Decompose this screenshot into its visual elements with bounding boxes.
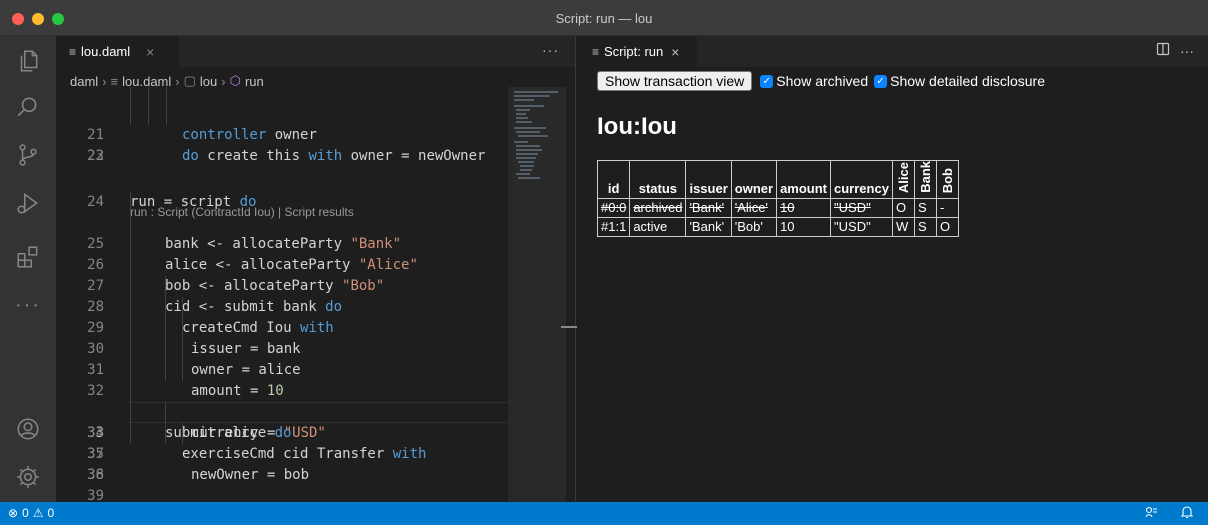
script-results-panel: ≡ Script: run × ··· Show transaction vie… <box>577 36 1208 502</box>
close-icon[interactable]: × <box>146 44 154 60</box>
code-line: 32 amount = 10 <box>56 339 508 399</box>
code-line: 23 <box>87 148 104 164</box>
window-title: Script: run — lou <box>555 11 653 26</box>
feedback-icon[interactable] <box>1144 505 1158 522</box>
show-detailed-disclosure-label: Show detailed disclosure <box>890 73 1045 89</box>
cell-status: archived <box>629 197 687 218</box>
show-archived-checkbox[interactable]: ✓ <box>760 74 774 88</box>
code-line: 25 bank <- allocateParty "Bank" <box>56 192 508 252</box>
title-bar: Script: run — lou <box>0 0 1208 36</box>
code-line: 26 alice <- allocateParty "Alice" <box>56 213 508 273</box>
scrollbar-thumb[interactable] <box>561 326 577 328</box>
column-header-amount: amount <box>776 160 832 199</box>
cell-alice: O <box>891 197 915 218</box>
tab-lou-daml[interactable]: ≡ lou.daml × <box>56 36 178 67</box>
status-actions <box>1144 505 1194 522</box>
contracts-table: id status issuer owner amount currency A… <box>596 160 959 237</box>
run-debug-icon[interactable] <box>15 190 41 216</box>
column-header-issuer: issuer <box>685 160 732 199</box>
more-actions-icon[interactable]: ··· <box>542 42 559 58</box>
code-line: 35 exerciseCmd cid Transfer with <box>56 402 508 462</box>
cell-amount: 10 <box>776 216 832 237</box>
cell-currency: "USD" <box>830 197 893 218</box>
code-line: 30 issuer = bank <box>56 297 508 357</box>
code-line: 36 newOwner = bob <box>56 423 508 483</box>
tab-label: lou.daml <box>81 44 131 59</box>
cell-bank: S <box>913 216 937 237</box>
error-icon: ⊗ <box>8 506 19 520</box>
code-line: 29 createCmd Iou with <box>56 276 508 336</box>
code-area[interactable]: 21 controller owner 22 do create this with… <box>56 87 508 502</box>
table-header-row: id status issuer owner amount currency A… <box>596 160 959 199</box>
code-line: 22 do create this with owner = newOwner <box>56 104 508 164</box>
cell-bank: S <box>913 197 937 218</box>
settings-gear-icon[interactable] <box>15 464 41 490</box>
template-heading: Iou:Iou <box>597 113 677 140</box>
code-line: 27 bob <- allocateParty "Bob" <box>56 234 508 294</box>
column-header-currency: currency <box>830 160 893 199</box>
cell-alice: W <box>891 216 915 237</box>
table-row-active: #1:1 active 'Bank' 'Bob' 10 "USD" W S O <box>596 216 959 237</box>
show-archived-label: Show archived <box>776 73 869 89</box>
cell-issuer: 'Bank' <box>685 197 732 218</box>
cell-issuer: 'Bank' <box>685 216 732 237</box>
file-lines-icon: ≡ <box>69 44 77 59</box>
column-header-id: id <box>596 160 631 199</box>
more-icon[interactable]: ··· <box>15 292 41 318</box>
code-line: 37 <box>87 446 104 462</box>
column-header-alice: Alice <box>891 160 915 199</box>
show-detailed-disclosure-checkbox[interactable]: ✓ <box>874 74 888 88</box>
view-controls: Show transaction view ✓ Show archived ✓ … <box>597 71 1045 91</box>
cell-owner: 'Alice' <box>730 197 778 218</box>
cell-id: #0:0 <box>596 197 631 218</box>
table-row-archived: #0:0 archived 'Bank' 'Alice' 10 "USD" O … <box>596 197 959 218</box>
cell-id: #1:1 <box>596 216 631 237</box>
code-line: 39 <box>87 488 104 502</box>
code-line: 28 cid <- submit bank do <box>56 255 508 315</box>
code-editor: ≡ lou.daml × ··· daml › ≡ lou.daml › ▢ l… <box>56 36 577 502</box>
column-header-owner: owner <box>730 160 778 199</box>
tab-label: Script: run <box>604 44 664 59</box>
activity-bar: ··· <box>0 36 56 502</box>
problems-indicator[interactable]: ⊗ 0 ⚠ 0 <box>8 506 54 520</box>
cell-bob: - <box>935 197 959 218</box>
notifications-bell-icon[interactable] <box>1180 505 1194 522</box>
preview-tab-bar: ≡ Script: run × ··· <box>577 36 1208 67</box>
code-line: 34 submit alice do <box>56 381 508 441</box>
extensions-icon[interactable] <box>15 244 41 270</box>
code-line-current: 33 currency = "USD" <box>56 360 508 441</box>
code-line: 21 controller owner <box>56 87 508 143</box>
editor-actions: ··· <box>1156 42 1194 59</box>
column-header-bank: Bank <box>913 160 937 199</box>
more-actions-icon[interactable]: ··· <box>1180 43 1194 59</box>
split-editor-icon[interactable] <box>1156 42 1170 59</box>
column-header-status: status <box>629 160 687 199</box>
column-header-bob: Bob <box>935 160 959 199</box>
cell-status: active <box>629 216 687 237</box>
scroll-viewport-indicator[interactable] <box>508 87 566 502</box>
source-control-icon[interactable] <box>15 142 41 168</box>
files-icon[interactable] <box>15 48 41 74</box>
error-count: 0 <box>22 506 29 520</box>
close-icon[interactable]: × <box>671 44 679 60</box>
account-icon[interactable] <box>15 416 41 442</box>
code-line: 31 owner = alice <box>56 318 508 378</box>
code-line: 24 run = script do <box>87 194 257 210</box>
editor-tab-bar: ≡ lou.daml × ··· <box>56 36 575 67</box>
warning-count: 0 <box>47 506 55 520</box>
file-lines-icon: ≡ <box>592 44 600 59</box>
status-bar: ⊗ 0 ⚠ 0 <box>0 502 1208 525</box>
cell-bob: O <box>935 216 959 237</box>
cell-owner: 'Bob' <box>730 216 778 237</box>
search-icon[interactable] <box>15 94 41 120</box>
warning-icon: ⚠ <box>32 506 44 520</box>
show-transaction-view-button[interactable]: Show transaction view <box>597 71 753 91</box>
cell-amount: 10 <box>776 197 832 218</box>
cell-currency: "USD" <box>830 216 893 237</box>
tab-script-run[interactable]: ≡ Script: run × <box>577 36 697 67</box>
code-line: 38 <box>87 467 104 483</box>
